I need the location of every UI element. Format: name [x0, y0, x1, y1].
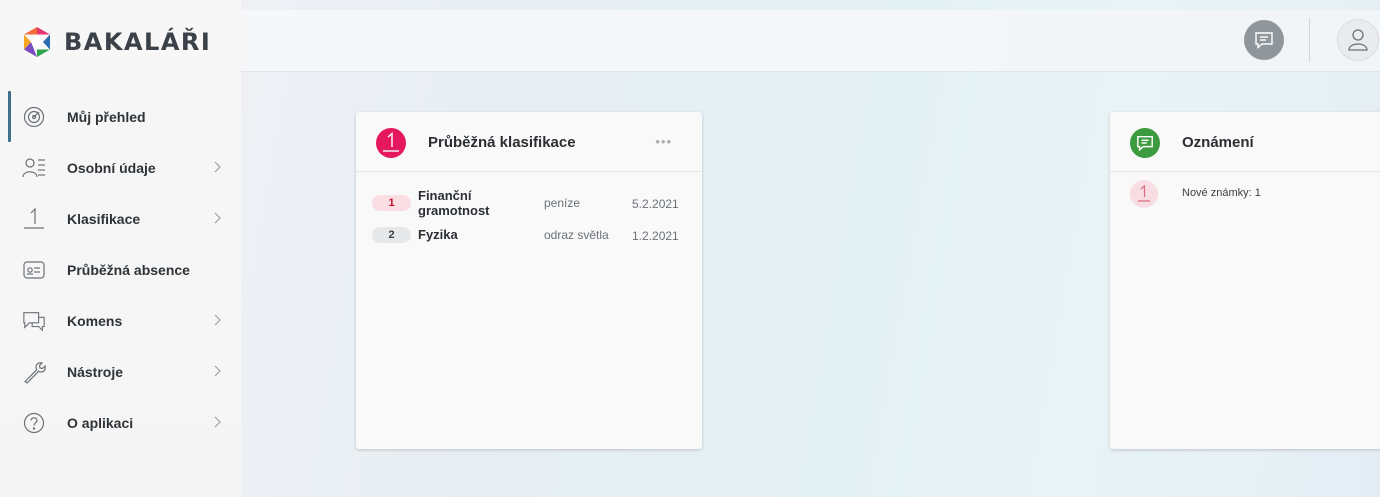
wrench-icon	[22, 360, 46, 384]
grade-row[interactable]: 1 Finanční gramotnost peníze 5.2.2021	[356, 182, 702, 224]
grade-date: 5.2.2021	[632, 197, 679, 211]
bakalari-logo-icon	[24, 27, 50, 57]
grade-topic: peníze	[544, 196, 581, 210]
personal-data-icon	[22, 156, 46, 180]
grade-value-badge: 2	[372, 227, 411, 243]
grade-one-icon	[383, 132, 399, 152]
dashboard-gauge-icon	[22, 105, 46, 129]
notices-card-badge	[1130, 128, 1160, 158]
more-options-icon[interactable]: •••	[655, 134, 672, 149]
user-icon	[1348, 29, 1368, 51]
notices-card: Oznámení Nové známky: 1	[1110, 112, 1380, 449]
chevron-right-icon	[214, 212, 221, 224]
grade-row[interactable]: 2 Fyzika odraz světla 1.2.2021	[356, 224, 702, 266]
sidebar-item-label: Komens	[67, 312, 123, 329]
sidebar: BAKALÁŘI Můj přehled Osobní údaje Klasif…	[0, 0, 241, 497]
sidebar-item-label: Klasifikace	[67, 210, 141, 227]
grade-one-icon	[22, 207, 46, 231]
sidebar-nav: Můj přehled Osobní údaje Klasifikace Prů…	[0, 91, 241, 448]
sidebar-item-label: O aplikaci	[67, 414, 134, 431]
sidebar-item-o-aplikaci[interactable]: O aplikaci	[0, 397, 241, 448]
notice-text: Nové známky: 1	[1182, 187, 1261, 199]
top-bar	[241, 10, 1380, 72]
grade-topic: odraz světla	[544, 228, 609, 242]
grade-subject: Finanční gramotnost	[418, 188, 490, 218]
notices-card-title: Oznámení	[1182, 134, 1254, 151]
app-name: BAKALÁŘI	[64, 28, 212, 56]
grades-card-badge	[376, 128, 406, 158]
grade-date: 1.2.2021	[632, 229, 679, 243]
user-menu-button[interactable]	[1337, 19, 1379, 61]
sidebar-item-prehled[interactable]: Můj přehled	[0, 91, 241, 142]
sidebar-item-klasifikace[interactable]: Klasifikace	[0, 193, 241, 244]
chevron-right-icon	[214, 314, 221, 326]
notices-card-header: Oznámení	[1110, 112, 1380, 172]
messages-button[interactable]	[1244, 20, 1284, 60]
sidebar-item-komens[interactable]: Komens	[0, 295, 241, 346]
sidebar-item-prubezna-absence[interactable]: Průběžná absence	[0, 244, 241, 295]
app-logo[interactable]: BAKALÁŘI	[22, 22, 211, 62]
topbar-divider	[1309, 18, 1310, 62]
grades-card-header: Průběžná klasifikace •••	[356, 112, 702, 172]
sidebar-item-label: Osobní údaje	[67, 159, 156, 176]
grades-card: Průběžná klasifikace ••• 1 Finanční gram…	[356, 112, 702, 449]
sidebar-item-nastroje[interactable]: Nástroje	[0, 346, 241, 397]
chevron-right-icon	[214, 416, 221, 428]
sidebar-item-label: Nástroje	[67, 363, 124, 380]
sidebar-item-label: Průběžná absence	[67, 261, 190, 278]
question-icon	[22, 411, 46, 435]
chevron-right-icon	[214, 365, 221, 377]
message-icon	[1137, 135, 1153, 152]
grade-one-icon	[1138, 185, 1150, 202]
sidebar-item-label: Můj přehled	[67, 108, 146, 125]
main-content: Průběžná klasifikace ••• 1 Finanční gram…	[241, 0, 1380, 497]
chevron-right-icon	[214, 161, 221, 173]
grade-value-badge: 1	[372, 195, 411, 211]
chat-bubbles-icon	[22, 309, 46, 333]
notice-grade-badge	[1130, 180, 1158, 208]
notice-item[interactable]: Nové známky: 1	[1110, 172, 1380, 212]
grades-card-title: Průběžná klasifikace	[428, 134, 576, 151]
message-icon	[1255, 32, 1273, 50]
grade-subject: Fyzika	[418, 227, 458, 242]
sidebar-item-osobni-udaje[interactable]: Osobní údaje	[0, 142, 241, 193]
absence-card-icon	[22, 258, 46, 282]
